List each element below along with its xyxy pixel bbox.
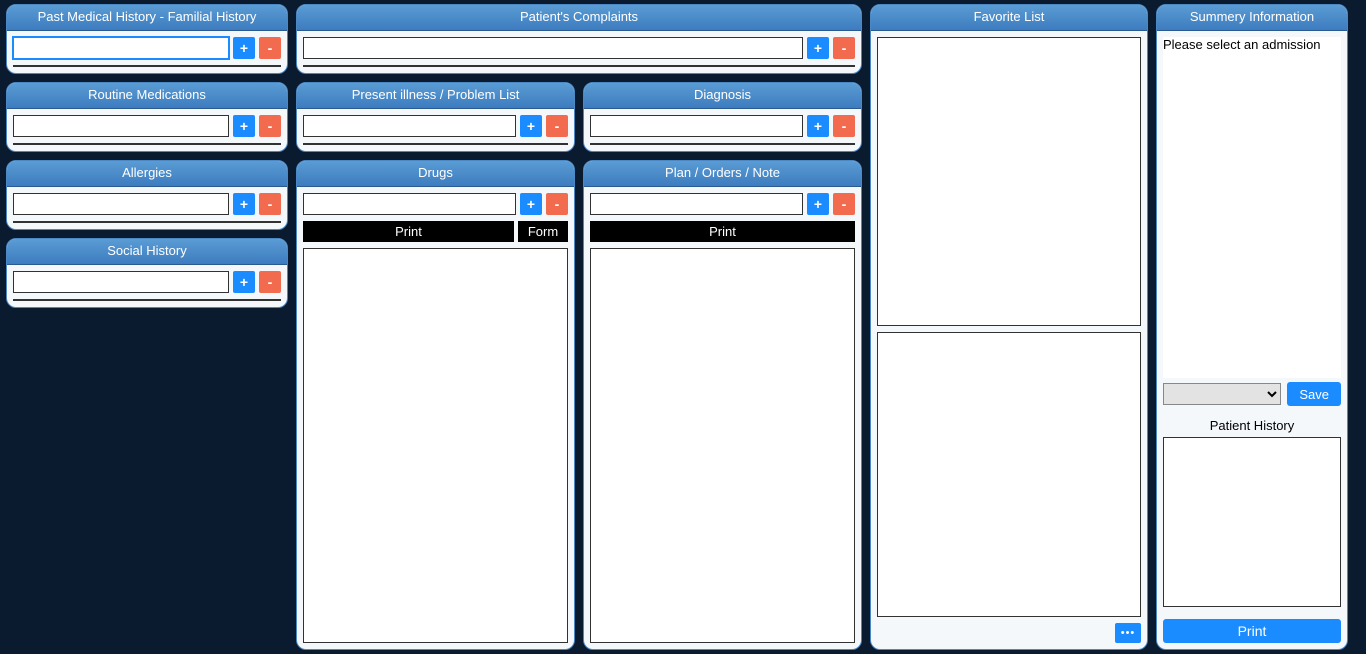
panel-title: Favorite List [871, 5, 1147, 31]
plan-list[interactable] [590, 248, 855, 643]
diagnosis-input[interactable] [590, 115, 803, 137]
pmh-remove-button[interactable]: - [259, 37, 281, 59]
pmh-list[interactable] [13, 65, 281, 67]
panel-title: Diagnosis [584, 83, 861, 109]
panel-title: Allergies [7, 161, 287, 187]
allergies-list[interactable] [13, 221, 281, 223]
plan-input[interactable] [590, 193, 803, 215]
panel-title: Present illness / Problem List [297, 83, 574, 109]
sh-remove-button[interactable]: - [259, 271, 281, 293]
allergies-remove-button[interactable]: - [259, 193, 281, 215]
complaints-list[interactable] [303, 65, 855, 67]
panel-title: Plan / Orders / Note [584, 161, 861, 187]
patient-history-box[interactable] [1163, 437, 1341, 607]
drugs-form-button[interactable]: Form [518, 221, 568, 242]
sh-add-button[interactable]: + [233, 271, 255, 293]
pmh-input[interactable] [13, 37, 229, 59]
panel-title: Patient's Complaints [297, 5, 861, 31]
diagnosis-remove-button[interactable]: - [833, 115, 855, 137]
summary-message: Please select an admission [1163, 37, 1341, 52]
save-button[interactable]: Save [1287, 382, 1341, 406]
plan-remove-button[interactable]: - [833, 193, 855, 215]
print-button[interactable]: Print [1163, 619, 1341, 643]
drugs-panel: Drugs + - Print Form [296, 160, 575, 650]
summary-area [1163, 52, 1341, 378]
diagnosis-add-button[interactable]: + [807, 115, 829, 137]
center-column: Patient's Complaints + - Present illness… [296, 4, 862, 650]
allergies-panel: Allergies + - [6, 160, 288, 230]
rm-add-button[interactable]: + [233, 115, 255, 137]
allergies-input[interactable] [13, 193, 229, 215]
panel-title: Summery Information [1157, 5, 1347, 31]
illness-remove-button[interactable]: - [546, 115, 568, 137]
plan-orders-note-panel: Plan / Orders / Note + - Print [583, 160, 862, 650]
plan-print-button[interactable]: Print [590, 221, 855, 242]
panel-title: Past Medical History - Familial History [7, 5, 287, 31]
favorite-list-panel: Favorite List ••• [870, 4, 1148, 650]
drugs-remove-button[interactable]: - [546, 193, 568, 215]
drugs-print-button[interactable]: Print [303, 221, 514, 242]
left-column: Past Medical History - Familial History … [6, 4, 288, 650]
patient-history-label: Patient History [1163, 418, 1341, 433]
illness-input[interactable] [303, 115, 516, 137]
pmh-add-button[interactable]: + [233, 37, 255, 59]
drugs-list[interactable] [303, 248, 568, 643]
illness-list[interactable] [303, 143, 568, 145]
patients-complaints-panel: Patient's Complaints + - [296, 4, 862, 74]
rm-remove-button[interactable]: - [259, 115, 281, 137]
present-illness-panel: Present illness / Problem List + - [296, 82, 575, 152]
summary-information-panel: Summery Information Please select an adm… [1156, 4, 1348, 650]
complaints-add-button[interactable]: + [807, 37, 829, 59]
diagnosis-panel: Diagnosis + - [583, 82, 862, 152]
panel-title: Routine Medications [7, 83, 287, 109]
panel-title: Drugs [297, 161, 574, 187]
allergies-add-button[interactable]: + [233, 193, 255, 215]
favorite-column: Favorite List ••• [870, 4, 1148, 650]
summary-column: Summery Information Please select an adm… [1156, 4, 1348, 650]
favorite-list[interactable] [877, 332, 1141, 617]
diagnosis-list[interactable] [590, 143, 855, 145]
complaints-remove-button[interactable]: - [833, 37, 855, 59]
past-medical-history-panel: Past Medical History - Familial History … [6, 4, 288, 74]
sh-input[interactable] [13, 271, 229, 293]
sh-list[interactable] [13, 299, 281, 301]
drugs-add-button[interactable]: + [520, 193, 542, 215]
illness-add-button[interactable]: + [520, 115, 542, 137]
rm-input[interactable] [13, 115, 229, 137]
complaints-input[interactable] [303, 37, 803, 59]
plan-add-button[interactable]: + [807, 193, 829, 215]
favorite-more-button[interactable]: ••• [1115, 623, 1141, 643]
main-layout: Past Medical History - Familial History … [0, 0, 1366, 654]
rm-list[interactable] [13, 143, 281, 145]
summary-select[interactable] [1163, 383, 1281, 405]
drugs-input[interactable] [303, 193, 516, 215]
favorite-input[interactable] [877, 37, 1141, 326]
panel-title: Social History [7, 239, 287, 265]
routine-medications-panel: Routine Medications + - [6, 82, 288, 152]
social-history-panel: Social History + - [6, 238, 288, 308]
